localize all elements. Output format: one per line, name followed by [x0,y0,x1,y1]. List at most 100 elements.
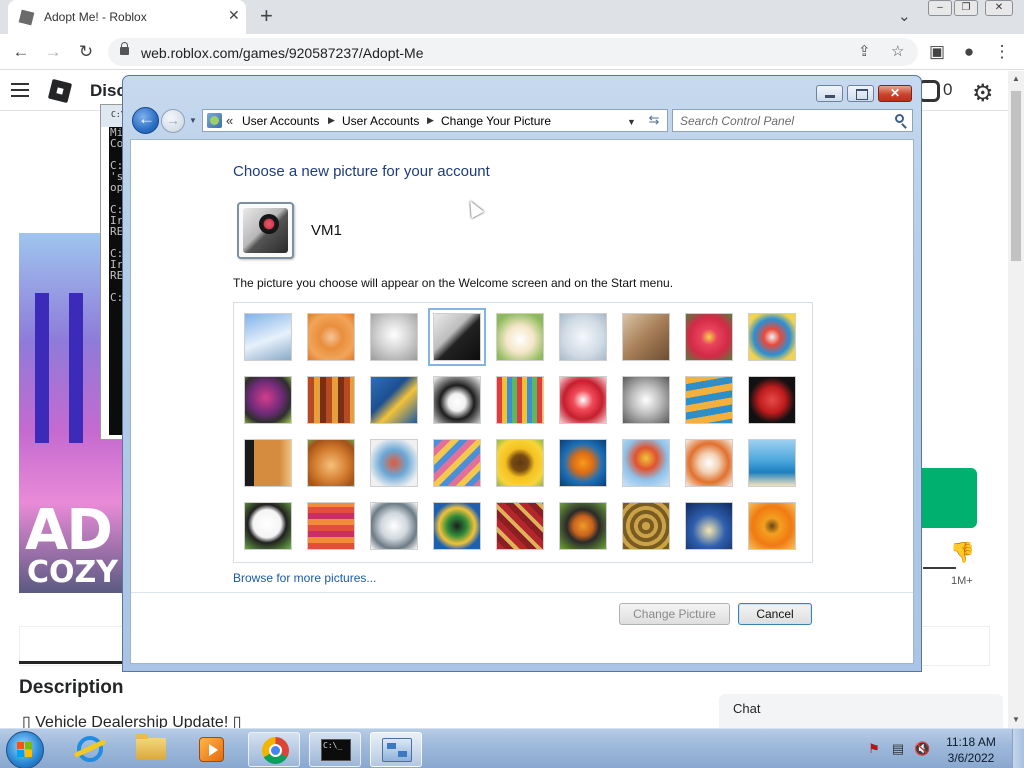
picture-tile-soccer-ball[interactable] [244,502,292,550]
breadcrumb-arrow-icon[interactable]: ▶ [328,115,335,126]
picture-tile-fish[interactable] [559,439,607,487]
picture-tile-sunflower[interactable] [496,439,544,487]
network-icon[interactable]: ▤ [890,741,906,757]
picture-tile-flower[interactable] [685,313,733,361]
picture-tile-tin-robot[interactable] [370,439,418,487]
picture-tile-sailboat[interactable] [748,439,796,487]
roblox-logo-icon[interactable] [47,78,73,104]
tab-search-chevron-icon[interactable]: ⌄ [898,7,911,25]
picture-tile-kokeshi[interactable] [685,439,733,487]
picture-tile-robot-toy[interactable] [370,313,418,361]
change-picture-button[interactable]: Change Picture [619,603,730,625]
search-box[interactable] [672,109,913,132]
address-bar[interactable]: web.roblox.com/games/920587237/Adopt-Me … [108,38,918,66]
recent-pages-dropdown-icon[interactable]: ▼ [189,116,197,125]
picture-tile-marbles[interactable] [370,502,418,550]
picture-tile-kitten[interactable] [622,313,670,361]
dislike-icon[interactable]: 👎 [950,540,975,565]
picture-tile-turntable[interactable] [428,308,486,366]
browser-close-button[interactable]: ✕ [985,0,1013,16]
start-button[interactable] [6,731,44,768]
picture-tile-window[interactable] [433,502,481,550]
taskbar-windows-explorer[interactable] [125,732,177,767]
scrollbar-thumb[interactable] [1011,91,1021,261]
taskbar-internet-explorer[interactable] [63,732,115,767]
turntable-picture-icon [243,208,288,253]
nav-back-button[interactable] [132,107,159,134]
picture-tile-jacks[interactable] [622,376,670,424]
forward-icon[interactable]: → [41,40,65,64]
search-input[interactable] [673,110,888,131]
username-label: VM1 [311,222,342,239]
picture-tile-starfish[interactable] [307,313,355,361]
picture-tile-puppy[interactable] [307,439,355,487]
nav-forward-button[interactable] [161,109,185,133]
picture-tile-ferris-wheel[interactable] [748,313,796,361]
taskbar-chrome[interactable] [248,732,300,767]
refresh-icon[interactable]: ⇆ [641,109,668,132]
browser-minimize-button[interactable]: ‒ [928,0,952,16]
tab-title: Adopt Me! - Roblox [44,10,147,24]
new-tab-button[interactable]: + [260,3,273,29]
system-clock[interactable]: 11:18 AM 3/6/2022 [940,734,1002,766]
taskbar-control-panel[interactable] [370,732,422,767]
settings-gear-icon[interactable]: ⚙ [972,79,994,108]
picture-tile-guitar[interactable] [244,439,292,487]
breadcrumb-overflow-icon[interactable]: « [226,113,233,128]
lock-icon[interactable] [120,42,129,55]
picture-tile-stairs[interactable] [685,376,733,424]
taskbar-command-prompt[interactable]: C:\_ [309,732,361,767]
address-dropdown-icon[interactable]: ▼ [627,117,636,127]
nav-discover-link[interactable]: Disc [90,81,126,101]
breadcrumb-user-accounts-1[interactable]: User Accounts [242,114,319,128]
play-button[interactable] [920,468,977,528]
picture-tile-butterfly[interactable] [559,502,607,550]
window-minimize-button[interactable] [816,85,843,102]
browser-menu-icon[interactable]: ⋮ [990,40,1014,64]
picture-tile-rug[interactable] [496,502,544,550]
picture-tile-hot-air-balloon[interactable] [622,439,670,487]
picture-tile-leaf[interactable] [370,376,418,424]
url-text[interactable]: web.roblox.com/games/920587237/Adopt-Me [141,45,424,61]
window-maximize-button[interactable] [847,85,874,102]
picture-tile-gyroscope[interactable] [559,313,607,361]
taskbar-media-player[interactable] [186,732,238,767]
profile-avatar-icon[interactable]: ● [957,40,981,64]
picture-tile-crayons[interactable] [496,376,544,424]
picture-tile-star-ornament[interactable] [559,376,607,424]
picture-tile-striped-fabric[interactable] [307,502,355,550]
back-icon[interactable]: ← [9,40,33,64]
picture-tile-lucky-cat[interactable] [496,313,544,361]
action-center-icon[interactable]: ⚑ [866,741,882,757]
browser-restore-button[interactable]: ❐ [954,0,978,16]
show-desktop-button[interactable] [1012,729,1024,768]
page-scrollbar[interactable]: ▲ ▼ [1008,71,1024,731]
hamburger-menu-icon[interactable] [11,83,29,97]
share-icon[interactable]: ⇪ [858,42,871,60]
cancel-button[interactable]: Cancel [738,603,812,625]
picture-tile-spiral[interactable] [622,502,670,550]
window-close-button[interactable] [878,85,912,102]
breadcrumb-arrow-icon[interactable]: ▶ [427,115,434,126]
picture-tile-gerbera[interactable] [748,502,796,550]
picture-tile-lighthouse[interactable] [685,502,733,550]
picture-tile-fabric[interactable] [307,376,355,424]
browse-more-pictures-link[interactable]: Browse for more pictures... [233,571,376,585]
picture-tile-dog[interactable] [433,376,481,424]
breadcrumb-change-your-picture[interactable]: Change Your Picture [441,114,551,128]
picture-tile-roller-coaster[interactable] [244,313,292,361]
browser-tab[interactable]: Adopt Me! - Roblox ✕ [8,0,246,34]
bookmark-star-icon[interactable]: ☆ [891,42,904,60]
picture-tile-scarf[interactable] [433,439,481,487]
scroll-up-arrow-icon[interactable]: ▲ [1012,74,1020,83]
breadcrumb[interactable]: « User Accounts ▶ User Accounts ▶ Change… [202,109,668,132]
picture-tile-origami-crane[interactable] [748,376,796,424]
breadcrumb-user-accounts-2[interactable]: User Accounts [342,114,419,128]
search-icon[interactable] [895,114,904,123]
volume-muted-icon[interactable]: 🔇 [914,741,930,757]
side-panel-icon[interactable]: ▣ [925,40,949,64]
reload-icon[interactable]: ↻ [74,40,98,64]
picture-tile-ball[interactable] [244,376,292,424]
tab-close-icon[interactable]: ✕ [228,7,240,24]
scroll-down-arrow-icon[interactable]: ▼ [1012,715,1020,724]
